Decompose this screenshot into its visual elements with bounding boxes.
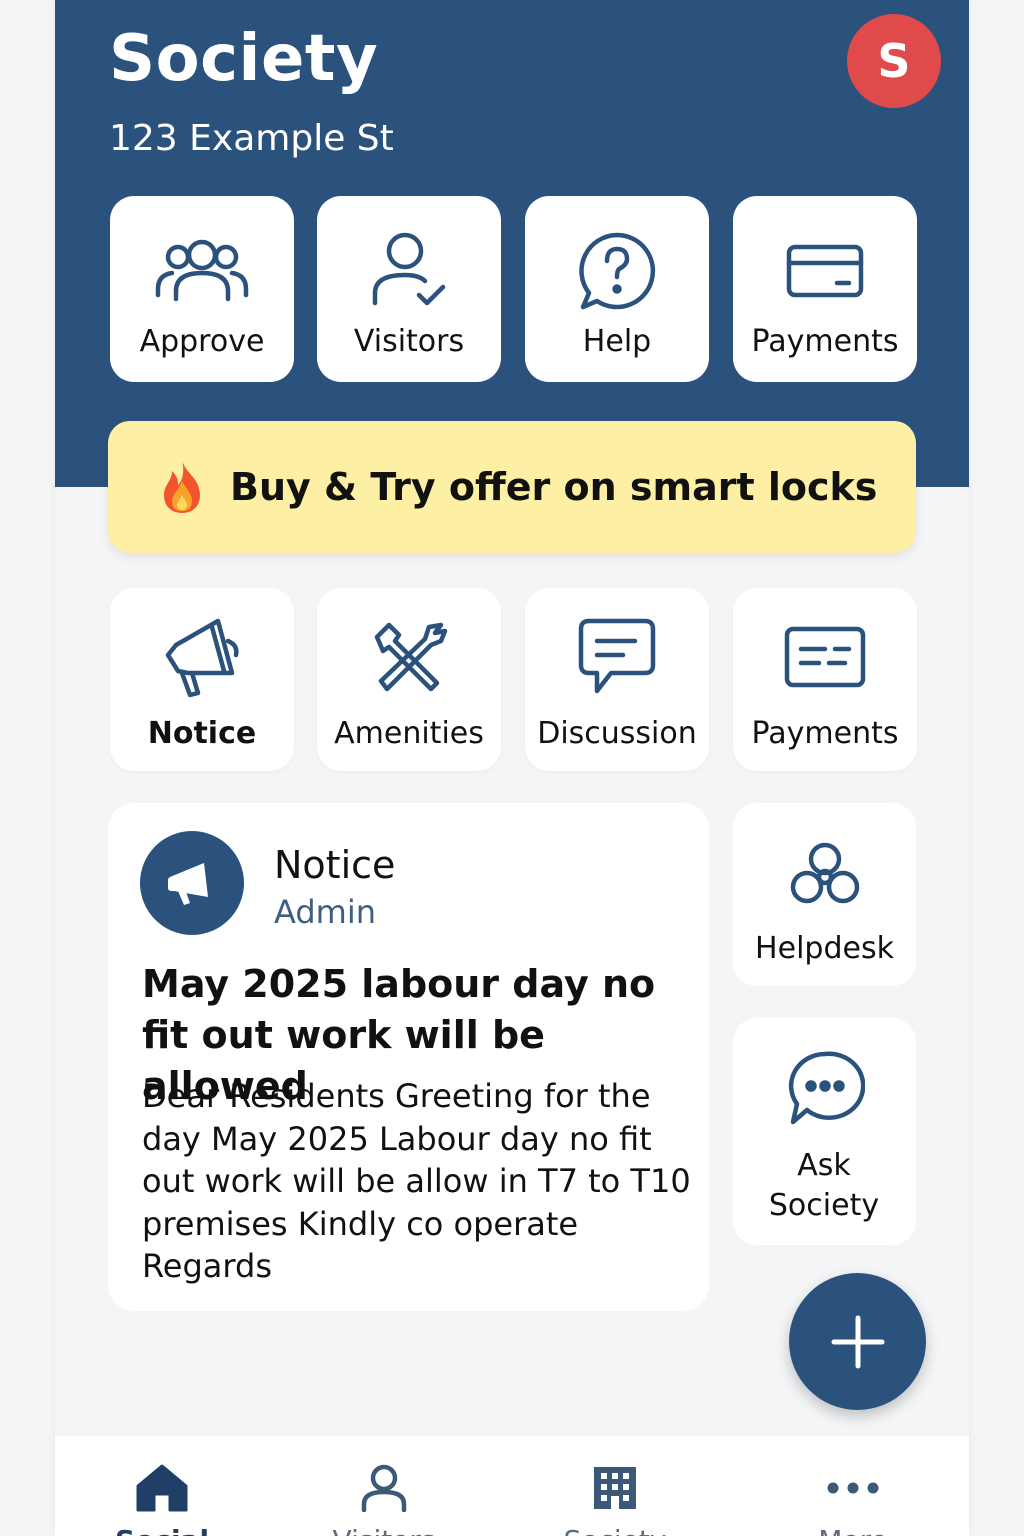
building-icon bbox=[587, 1460, 643, 1516]
payments-tile-label: Payments bbox=[751, 716, 899, 751]
plus-icon bbox=[830, 1314, 886, 1370]
visitors-button[interactable]: Visitors bbox=[317, 196, 501, 382]
nav-social-label: Social bbox=[62, 1524, 262, 1536]
payments-tile[interactable]: Payments bbox=[733, 588, 917, 771]
chat-bubble-icon bbox=[569, 612, 665, 702]
society-address: 123 Example St bbox=[109, 118, 394, 159]
visitors-label: Visitors bbox=[353, 324, 465, 359]
nav-visitors[interactable]: Visitors bbox=[284, 1436, 484, 1536]
person-icon bbox=[356, 1460, 412, 1516]
notice-card-title: Notice bbox=[274, 843, 396, 887]
notice-body: Dear Residents Greeting for the day May … bbox=[142, 1077, 691, 1285]
helpdesk-label: Helpdesk bbox=[755, 931, 894, 966]
tools-icon bbox=[361, 612, 457, 702]
visitor-check-icon bbox=[361, 226, 457, 316]
credit-card-icon bbox=[777, 226, 873, 316]
page-title: Society bbox=[109, 22, 379, 96]
help-chat-icon bbox=[569, 226, 665, 316]
users-group-icon bbox=[154, 226, 250, 316]
bottom-nav: Social Visitors Society bbox=[55, 1436, 969, 1536]
nav-social[interactable]: Social bbox=[62, 1436, 262, 1536]
ask-chat-icon bbox=[785, 1048, 865, 1128]
megaphone-icon bbox=[140, 831, 244, 935]
nav-more[interactable]: More bbox=[753, 1436, 953, 1536]
nav-more-label: More bbox=[753, 1524, 953, 1536]
app-screen: Society 123 Example St S Approve Visitor… bbox=[55, 0, 969, 1536]
help-label: Help bbox=[582, 324, 652, 359]
add-button[interactable] bbox=[789, 1273, 926, 1410]
approve-button[interactable]: Approve bbox=[110, 196, 294, 382]
nav-society[interactable]: Society bbox=[515, 1436, 715, 1536]
fire-icon bbox=[158, 459, 206, 515]
bill-card-icon bbox=[777, 612, 873, 702]
amenities-label: Amenities bbox=[334, 716, 484, 751]
nav-society-label: Society bbox=[515, 1524, 715, 1536]
more-dots-icon bbox=[825, 1460, 881, 1516]
helpdesk-flower-icon bbox=[789, 841, 861, 909]
help-button[interactable]: Help bbox=[525, 196, 709, 382]
offer-banner[interactable]: Buy & Try offer on smart locks bbox=[108, 421, 916, 553]
notice-card[interactable]: Notice Admin May 2025 labour day no fit … bbox=[108, 803, 709, 1311]
discussion-label: Discussion bbox=[537, 716, 697, 751]
notice-tile[interactable]: Notice bbox=[110, 588, 294, 771]
offer-text: Buy & Try offer on smart locks bbox=[230, 465, 878, 509]
nav-visitors-label: Visitors bbox=[284, 1524, 484, 1536]
discussion-tile[interactable]: Discussion bbox=[525, 588, 709, 771]
avatar[interactable]: S bbox=[847, 14, 941, 108]
approve-label: Approve bbox=[139, 324, 265, 359]
helpdesk-tile[interactable]: Helpdesk bbox=[733, 803, 916, 986]
payments-label: Payments bbox=[751, 324, 899, 359]
amenities-tile[interactable]: Amenities bbox=[317, 588, 501, 771]
home-icon bbox=[134, 1460, 190, 1516]
megaphone-icon bbox=[154, 612, 250, 702]
ask-society-label: Ask Society bbox=[768, 1148, 880, 1223]
ask-society-tile[interactable]: Ask Society bbox=[733, 1018, 916, 1245]
notice-label: Notice bbox=[147, 716, 257, 751]
payments-button[interactable]: Payments bbox=[733, 196, 917, 382]
notice-card-author: Admin bbox=[274, 893, 376, 931]
